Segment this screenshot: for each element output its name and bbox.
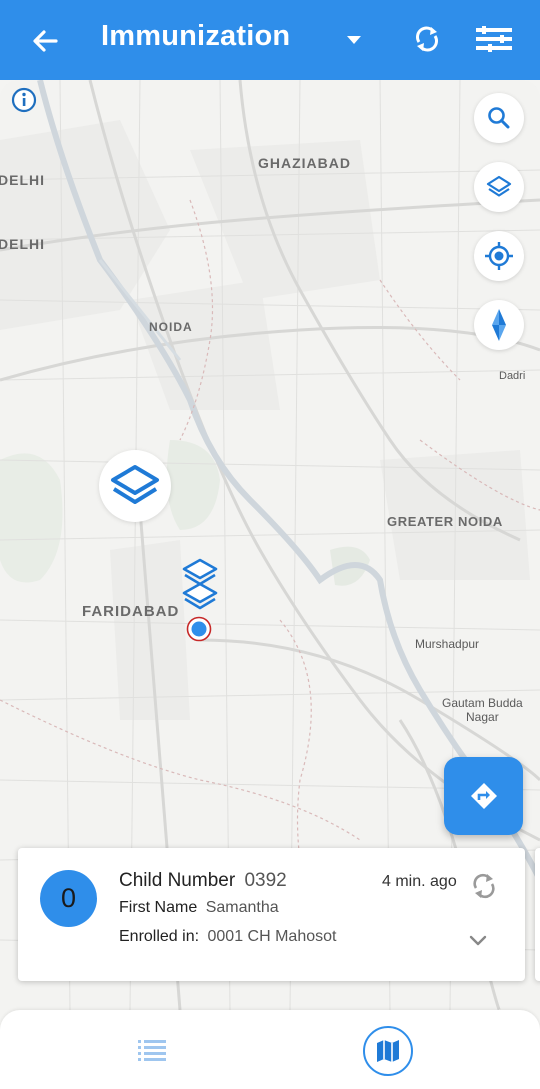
app-header: Immunization xyxy=(0,0,540,80)
cluster-marker[interactable] xyxy=(99,450,171,522)
layers-icon xyxy=(486,175,512,197)
compass-button[interactable] xyxy=(474,300,524,350)
sync-icon[interactable] xyxy=(410,22,444,56)
compass-icon xyxy=(492,309,506,341)
location-dot-marker[interactable] xyxy=(186,616,212,642)
search-button[interactable] xyxy=(474,93,524,143)
child-card[interactable]: 0 Child Number 0392 First Name Samantha … xyxy=(18,848,525,981)
layers-button[interactable] xyxy=(474,162,524,212)
sync-icon[interactable] xyxy=(470,870,498,902)
avatar: 0 xyxy=(40,870,97,927)
child-number-label: Child Number xyxy=(119,870,236,891)
map-label-dadri: Dadri xyxy=(499,370,526,382)
map-label-murshadpur: Murshadpur xyxy=(415,637,480,651)
first-name-row: First Name Samantha xyxy=(119,899,279,917)
enrolled-label: Enrolled in: xyxy=(119,928,200,945)
bottom-nav xyxy=(0,1010,540,1089)
map-label-gautam-budda: Gautam Budda xyxy=(442,696,523,710)
map-label-noida: NOIDA xyxy=(149,320,193,334)
map-label-delhi: DELHI xyxy=(0,172,45,188)
filter-list-icon[interactable] xyxy=(474,22,514,56)
child-number-value: 0392 xyxy=(244,870,287,891)
enrolled-value: 0001 CH Mahosot xyxy=(207,928,337,945)
next-card[interactable] xyxy=(535,848,540,981)
arrow-left-icon[interactable] xyxy=(28,24,62,58)
first-name-value: Samantha xyxy=(205,899,279,916)
my-location-button[interactable] xyxy=(474,231,524,281)
caret-down-icon[interactable] xyxy=(344,32,364,48)
my-location-icon xyxy=(485,242,513,270)
map-tab[interactable] xyxy=(363,1026,413,1076)
chevron-down-icon[interactable] xyxy=(467,932,489,948)
info-icon[interactable] xyxy=(10,86,38,114)
map-label-nagar: Nagar xyxy=(466,710,499,724)
directions-button[interactable] xyxy=(444,757,523,835)
map-icon xyxy=(377,1040,399,1062)
page-title[interactable]: Immunization xyxy=(101,20,290,53)
search-icon xyxy=(488,107,510,129)
map-label-faridabad: FARIDABAD xyxy=(82,603,180,620)
directions-icon xyxy=(470,783,497,809)
map-label-ghaziabad: GHAZIABAD xyxy=(258,155,351,171)
map-label-greater-noida: GREATER NOIDA xyxy=(387,514,503,529)
first-name-label: First Name xyxy=(119,899,198,916)
enrolled-row: Enrolled in: 0001 CH Mahosot xyxy=(119,928,336,946)
child-number-row: Child Number 0392 xyxy=(119,870,287,892)
layers-icon xyxy=(111,465,159,504)
map-label-delhi: DELHI xyxy=(0,236,45,252)
list-icon[interactable] xyxy=(136,1036,168,1062)
time-ago: 4 min. ago xyxy=(382,873,457,890)
layers-marker-icon[interactable] xyxy=(180,582,220,612)
